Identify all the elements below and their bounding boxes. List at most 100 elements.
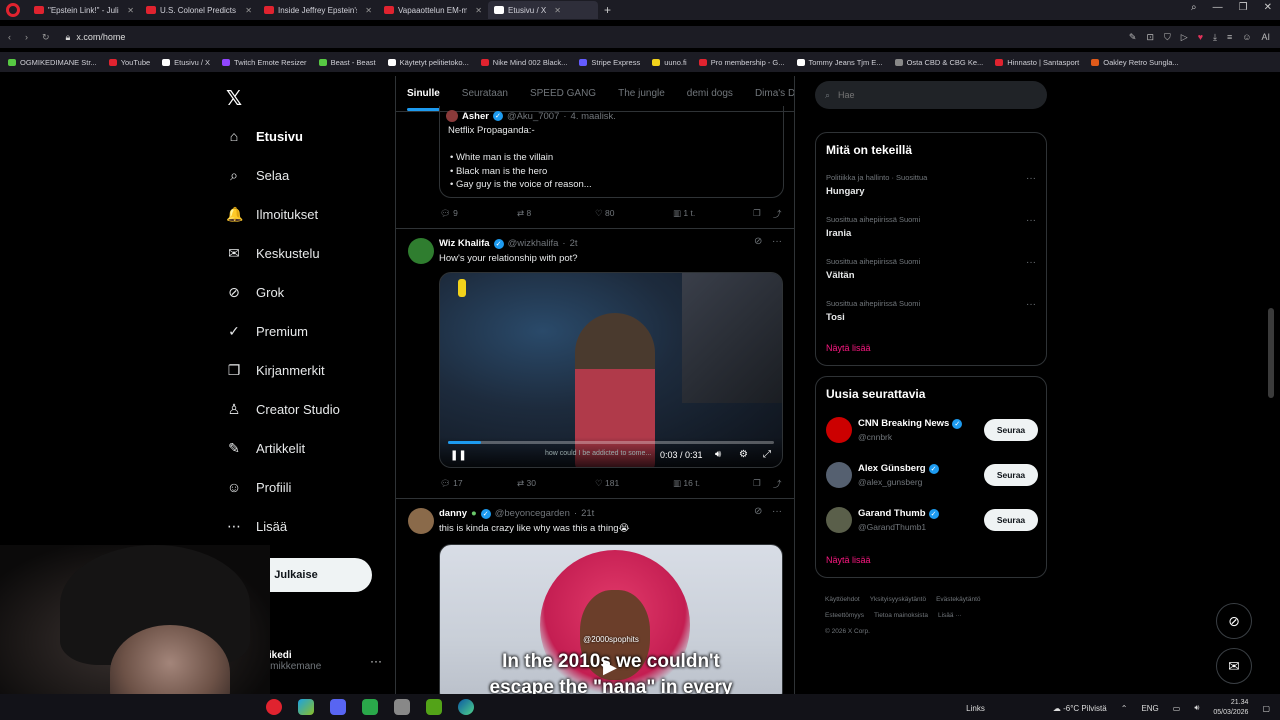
browser-tab[interactable]: "Epstein Link!" - Julian UN ✕ bbox=[28, 1, 140, 19]
bookmark-item[interactable]: Nike Mind 002 Black... bbox=[480, 58, 567, 67]
search-input[interactable] bbox=[838, 90, 1019, 100]
search-tabs-icon[interactable]: ⌕ bbox=[1191, 2, 1197, 13]
nav-item-mail[interactable]: ✉ Keskustelu bbox=[226, 245, 319, 261]
trend-item[interactable]: Suosittua aihepiirissä Suomi Irania ··· bbox=[826, 215, 1036, 239]
ai-icon[interactable]: AI bbox=[1261, 32, 1270, 43]
tweet3-author[interactable]: danny bbox=[439, 508, 467, 519]
settings-icon[interactable]: ⚙ bbox=[739, 449, 748, 460]
feed-tab[interactable]: SPEED GANG bbox=[530, 88, 596, 99]
follow-button[interactable]: Seuraa bbox=[984, 419, 1038, 441]
close-tab-icon[interactable]: ✕ bbox=[365, 6, 372, 15]
back-icon[interactable]: ‹ bbox=[8, 32, 11, 43]
trend-more-icon[interactable]: ··· bbox=[1026, 173, 1036, 184]
new-tab-icon[interactable]: + bbox=[604, 3, 611, 17]
close-tab-icon[interactable]: ✕ bbox=[245, 6, 252, 15]
menu-icon[interactable]: ≡ bbox=[1227, 32, 1232, 43]
discord-taskbar-icon[interactable] bbox=[330, 699, 346, 715]
nav-item-search[interactable]: ⌕ Selaa bbox=[226, 167, 289, 183]
video-progress-bar[interactable] bbox=[448, 441, 774, 444]
trends-show-more[interactable]: Näytä lisää bbox=[826, 343, 871, 353]
share-icon[interactable]: ⤴ bbox=[773, 478, 782, 490]
bookmark-item[interactable]: Pro membership - G... bbox=[698, 58, 785, 67]
opera-logo-icon[interactable] bbox=[6, 3, 20, 17]
tweet3-handle[interactable]: @beyoncegarden bbox=[495, 508, 570, 519]
trend-more-icon[interactable]: ··· bbox=[1026, 299, 1036, 310]
bookmark-item[interactable]: uuno.fi bbox=[652, 58, 687, 67]
quoted-tweet[interactable]: Asher ✓ @Aku_7007 · 4. maalisk. Netflix … bbox=[439, 106, 784, 198]
x-logo-icon[interactable]: 𝕏 bbox=[226, 86, 242, 111]
app2-taskbar-icon[interactable] bbox=[362, 699, 378, 715]
bookmark-item[interactable]: OGMIKEDIMANE Str... bbox=[8, 58, 97, 67]
bookmark-item[interactable]: Stripe Express bbox=[579, 58, 640, 67]
reload-icon[interactable]: ↻ bbox=[42, 32, 50, 43]
grok-icon[interactable]: ⊘ bbox=[754, 506, 762, 517]
edge-taskbar-icon[interactable] bbox=[458, 699, 474, 715]
footer-link[interactable]: Käyttöehdot bbox=[825, 596, 860, 603]
trend-item[interactable]: Politiikka ja hallinto · Suosittua Hungar… bbox=[826, 173, 1036, 197]
nav-item-bookmark[interactable]: ❐ Kirjanmerkit bbox=[226, 362, 325, 378]
tweet2-handle[interactable]: @wizkhalifa bbox=[508, 238, 559, 249]
browser-tab[interactable]: Inside Jeffrey Epstein's "Gi ✕ bbox=[258, 1, 378, 19]
browser-tab[interactable]: Etusivu / X ✕ bbox=[488, 1, 598, 19]
footer-link[interactable]: Evästekäytäntö bbox=[936, 596, 980, 603]
feed-tab[interactable]: Seurataan bbox=[462, 88, 508, 99]
edit-icon[interactable]: ✎ bbox=[1129, 32, 1137, 43]
follow-suggestion[interactable]: CNN Breaking News ✓ @cnnbrk Seuraa bbox=[826, 415, 1038, 445]
nav-item-premium[interactable]: ✓ Premium bbox=[226, 323, 308, 339]
tweet-more-icon[interactable]: ··· bbox=[772, 236, 782, 247]
clock[interactable]: 21.34 05/03/2026 bbox=[1213, 698, 1248, 718]
bookmark-icon[interactable]: ❐ bbox=[753, 208, 773, 220]
url-field[interactable]: x.com/home bbox=[76, 32, 125, 43]
browser-tab[interactable]: U.S. Colonel Predicts Iran ✕ bbox=[140, 1, 258, 19]
bookmark-item[interactable]: Tommy Jeans Tjm E... bbox=[796, 58, 883, 67]
like-button[interactable]: ♡ 80 bbox=[595, 208, 673, 220]
nav-item-article[interactable]: ✎ Artikkelit bbox=[226, 440, 305, 456]
danny-avatar[interactable] bbox=[408, 508, 434, 534]
notifications-icon[interactable]: ▢ bbox=[1262, 704, 1270, 713]
bookmark-item[interactable]: Oakley Retro Sungla... bbox=[1091, 58, 1179, 67]
volume-icon[interactable]: 🔊︎ bbox=[715, 449, 721, 460]
tweet2-author[interactable]: Wiz Khalifa bbox=[439, 238, 490, 249]
feed-tab[interactable]: The jungle bbox=[618, 88, 665, 99]
network-icon[interactable]: ▭ bbox=[1173, 704, 1181, 713]
bookmark-item[interactable]: Käytetyt pelitietoko... bbox=[387, 58, 469, 67]
tweet2-video[interactable]: ❚❚ how could I be addicted to some... 0:… bbox=[439, 272, 783, 468]
browser-tab[interactable]: Vapaaottelun EM-mestari ✕ bbox=[378, 1, 488, 19]
feed-tab[interactable]: demi dogs bbox=[687, 88, 733, 99]
app3-taskbar-icon[interactable] bbox=[394, 699, 410, 715]
grok-fab-icon[interactable]: ⊘ bbox=[1216, 603, 1252, 639]
search-box[interactable]: ⌕ bbox=[815, 81, 1047, 109]
trend-more-icon[interactable]: ··· bbox=[1026, 215, 1036, 226]
share-icon[interactable]: ⤴ bbox=[773, 208, 782, 220]
weather-widget[interactable]: ☁ -6°C Pilvistä bbox=[1053, 704, 1107, 713]
play-icon[interactable]: ▶ bbox=[603, 657, 617, 678]
repost-button[interactable]: ⇄ 8 bbox=[517, 208, 595, 220]
who-show-more[interactable]: Näytä lisää bbox=[826, 555, 871, 565]
trend-item[interactable]: Suosittua aihepiirissä Suomi Tosi ··· bbox=[826, 299, 1036, 323]
reply-button[interactable]: 💬︎ 9 bbox=[440, 208, 517, 220]
tray-chevron-icon[interactable]: ⌃ bbox=[1121, 704, 1128, 713]
tweet-more-icon[interactable]: ··· bbox=[772, 506, 782, 517]
nav-item-profile[interactable]: ☺ Profiili bbox=[226, 479, 292, 495]
pause-icon[interactable]: ❚❚ bbox=[450, 450, 467, 461]
shield-icon[interactable]: ⛉ bbox=[1164, 32, 1171, 43]
nav-item-home[interactable]: ⌂ Etusivu bbox=[226, 128, 303, 144]
bookmark-item[interactable]: Hinnasto | Santasport bbox=[995, 58, 1079, 67]
feed-tab[interactable]: Sinulle bbox=[407, 88, 440, 111]
nav-item-creator[interactable]: ♙ Creator Studio bbox=[226, 401, 340, 417]
close-tab-icon[interactable]: ✕ bbox=[554, 6, 561, 15]
nav-item-more[interactable]: ⋯ Lisää bbox=[226, 518, 287, 534]
bookmark-item[interactable]: Etusivu / X bbox=[162, 58, 210, 67]
play-icon[interactable]: ▷ bbox=[1181, 32, 1188, 43]
language-indicator[interactable]: ENG bbox=[1141, 704, 1158, 713]
grok-icon[interactable]: ⊘ bbox=[754, 236, 762, 247]
heart-icon[interactable]: ♥ bbox=[1198, 32, 1203, 43]
like-button[interactable]: ♡ 181 bbox=[595, 478, 673, 490]
repost-button[interactable]: ⇄ 30 bbox=[517, 478, 595, 490]
follow-button[interactable]: Seuraa bbox=[984, 464, 1038, 486]
trend-item[interactable]: Suosittua aihepiirissä Suomi Vältän ··· bbox=[826, 257, 1036, 281]
profile-icon[interactable]: ☺ bbox=[1242, 32, 1251, 43]
footer-link[interactable]: © 2026 X Corp. bbox=[825, 628, 870, 635]
forward-icon[interactable]: › bbox=[25, 32, 28, 43]
views-button[interactable]: ▥ 16 t. bbox=[673, 478, 753, 490]
